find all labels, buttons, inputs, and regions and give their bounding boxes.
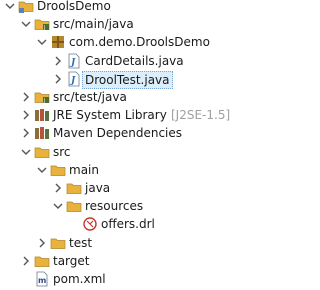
chevron-down-icon[interactable] xyxy=(4,0,16,12)
tree-item-label: java xyxy=(85,181,111,195)
chevron-down-icon[interactable] xyxy=(52,200,64,212)
project-explorer-tree: DroolsDemo Jsrc/main/java com.demo.DroolsD… xyxy=(0,0,239,290)
tree-item-label: CardDetails.java xyxy=(85,53,184,68)
java-file-icon: J xyxy=(66,53,82,69)
chevron-right-icon[interactable] xyxy=(20,109,32,121)
tree-item-decoration: [J2SE-1.5] xyxy=(171,108,231,123)
source-folder-icon: J xyxy=(34,89,50,105)
project-folder-icon xyxy=(18,0,34,14)
svg-text:m: m xyxy=(38,276,46,285)
svg-text:J: J xyxy=(43,25,45,31)
tree-item-label: DroolsDemo xyxy=(37,0,111,13)
folder-icon xyxy=(34,253,50,269)
chevron-down-icon[interactable] xyxy=(20,18,32,30)
tree-item-label: resources xyxy=(85,199,144,214)
chevron-right-icon[interactable] xyxy=(52,55,64,67)
package-icon xyxy=(50,34,66,50)
partially-visible-row xyxy=(0,285,239,290)
chevron-right-icon[interactable] xyxy=(52,73,64,85)
folder-icon xyxy=(50,235,66,251)
chevron-down-icon[interactable] xyxy=(36,164,48,176)
chevron-right-icon[interactable] xyxy=(20,127,32,139)
folder-icon xyxy=(34,144,50,160)
library-icon xyxy=(34,125,50,141)
chevron-down-icon[interactable] xyxy=(36,36,48,48)
tree-item-label: src/test/java xyxy=(53,90,127,104)
folder-icon xyxy=(50,162,66,178)
chevron-right-icon[interactable] xyxy=(52,182,64,194)
svg-text:J: J xyxy=(69,76,76,86)
tree-item-label: test xyxy=(69,235,93,250)
chevron-down-icon[interactable] xyxy=(20,146,32,158)
chevron-right-icon[interactable] xyxy=(20,255,32,267)
tree-item-label: offers.drl xyxy=(101,217,155,232)
tree-item-label: com.demo.DroolsDemo xyxy=(69,35,210,50)
tree-item-label: src/main/java xyxy=(53,17,134,32)
drools-rule-file-icon xyxy=(82,216,98,232)
svg-text:J: J xyxy=(43,98,45,104)
source-folder-icon: J xyxy=(34,16,50,32)
tree-item-label: target xyxy=(53,253,90,268)
folder-icon xyxy=(66,180,82,196)
svg-text:J: J xyxy=(69,58,76,68)
library-icon xyxy=(34,107,50,123)
tree-item-label: JRE System Library xyxy=(53,108,167,123)
chevron-right-icon[interactable] xyxy=(20,91,32,103)
tree-item-label: Maven Dependencies xyxy=(53,126,183,141)
tree-item-label: main xyxy=(69,162,99,177)
java-file-icon: J xyxy=(66,71,82,87)
tree-item-label: src xyxy=(53,144,71,159)
chevron-right-icon[interactable] xyxy=(36,237,48,249)
folder-icon xyxy=(66,198,82,214)
